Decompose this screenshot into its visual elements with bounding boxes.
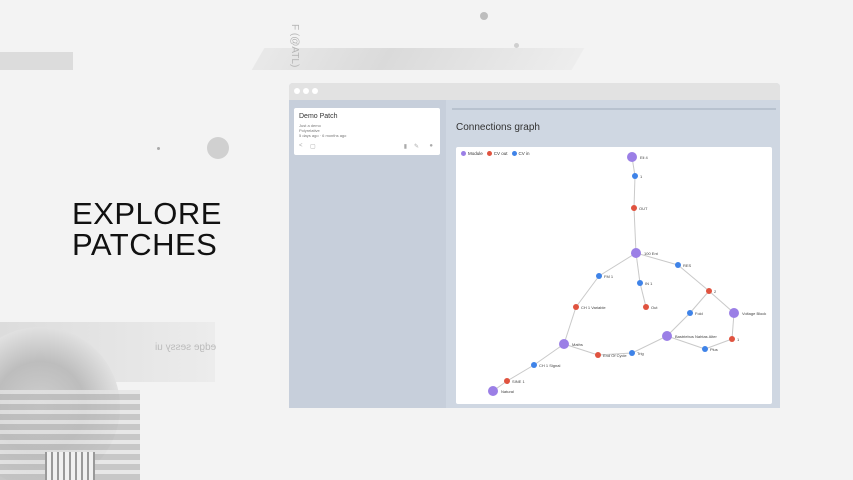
graph-node-out[interactable] [631,205,637,211]
graph-node-out[interactable] [729,336,735,342]
graph-node-in[interactable] [687,310,693,316]
connections-graph[interactable]: Eli 4 1 OUT 100 Ent FM 1 IN 1 RES CH 1 Variable… [456,147,772,404]
patch-actions: < ▢ ▮ ✎ ● [299,143,435,151]
graph-node-label: 1 [737,337,740,342]
hero-line-2: PATCHES [72,227,218,262]
graph-edge [563,306,577,345]
decorative-dot [480,12,488,20]
graph-node-out[interactable] [706,288,712,294]
graph-node-out[interactable] [504,378,510,384]
graph-node-label: Bastriebus Nahtas Alter [675,334,717,339]
graph-node-label: Voltage Block [742,311,766,316]
graph-node-module[interactable] [631,248,641,258]
graph-canvas[interactable]: Eli 4 1 OUT 100 Ent FM 1 IN 1 RES CH 1 Variable… [456,147,772,404]
graph-node-label: OUT [639,206,648,211]
legend-swatch [486,151,492,156]
hero-line-1: EXPLORE [72,196,222,231]
decorative-dot [514,43,519,48]
graph-node-module[interactable] [488,386,498,396]
legend-label: Module [468,151,483,156]
graph-node-label: Plus [710,347,718,352]
graph-node-label: Eli 4 [640,155,649,160]
graph-node-in[interactable] [531,362,537,368]
graph-edge [598,252,637,277]
patch-title: Demo Patch [299,113,338,120]
graph-edge [689,290,710,314]
graph-legend: Module CV out CV in [460,151,533,156]
decorative-mirrored-text: edge sessy ui [155,342,217,353]
graph-node-label: FM 1 [604,274,614,279]
patch-card[interactable]: Demo Patch Just a demo Polyrelative 5 da… [294,108,440,155]
graph-node-label: Natural [501,389,514,394]
graph-edge [633,207,637,254]
window-dot[interactable] [303,88,309,94]
window-dot[interactable] [312,88,318,94]
window-titlebar [289,83,780,100]
graph-node-label: SINE 1 [512,379,525,384]
graph-node-label: End Of Cycle [603,353,627,358]
graph-node-label: CH 1 Variable [581,305,606,310]
decorative-dot [157,147,160,150]
window-dot[interactable] [294,88,300,94]
graph-node-label: Out [651,305,658,310]
legend-label: CV out [493,151,508,156]
graph-node-label: 2 [714,289,717,294]
graph-node-out[interactable] [595,352,601,358]
graph-node-module[interactable] [729,308,739,318]
graph-node-label: IN 1 [645,281,653,286]
graph-node-label: Fold [695,311,703,316]
graph-node-label: Maths [572,342,583,347]
edit-icon[interactable]: ✎ [414,143,419,150]
graph-node-in[interactable] [702,346,708,352]
decorative-bar [0,52,73,70]
copy-icon[interactable]: ▢ [310,143,316,150]
graph-node-module[interactable] [559,339,569,349]
graph-node-label: 100 Ent [644,251,659,256]
hero-headline: EXPLORE PATCHES [72,198,222,260]
graph-node-label: CH 1 Signal [539,363,560,368]
app-window: Demo Patch Just a demo Polyrelative 5 da… [289,83,780,408]
graph-node-label: 1 [640,174,643,179]
graph-edge [633,175,636,209]
main-panel: Connections graph Eli 4 1 OUT 100 Ent FM 1 IN… [446,100,780,408]
graph-edge [677,264,710,292]
info-icon[interactable]: ● [429,143,433,149]
graph-node-module[interactable] [627,152,637,162]
legend-swatch [511,151,517,156]
main-divider [452,108,776,110]
legend-swatch [461,151,466,156]
graph-node-module[interactable] [662,331,672,341]
graph-node-in[interactable] [629,350,635,356]
share-icon[interactable]: < [299,143,303,149]
graph-node-in[interactable] [675,262,681,268]
graph-edge [575,275,600,308]
sidebar: Demo Patch Just a demo Polyrelative 5 da… [289,100,446,408]
graph-node-label: RES [683,263,692,268]
graph-edge [639,282,647,308]
graph-node-out[interactable] [573,304,579,310]
graph-edge [533,343,565,366]
graph-node-in[interactable] [596,273,602,279]
graph-node-in[interactable] [632,173,638,179]
decorative-strip [251,48,585,70]
decorative-dot [207,137,229,159]
connections-graph-title: Connections graph [456,122,540,133]
graph-node-label: Trig [637,351,644,356]
graph-node-in[interactable] [637,280,643,286]
graph-node-out[interactable] [643,304,649,310]
legend-label: CV in [518,151,530,156]
decorative-vertical-text: F (@ATL) [289,24,300,68]
patch-meta: 5 days ago · 6 months ago [299,133,347,138]
trash-icon[interactable]: ▮ [404,143,407,150]
